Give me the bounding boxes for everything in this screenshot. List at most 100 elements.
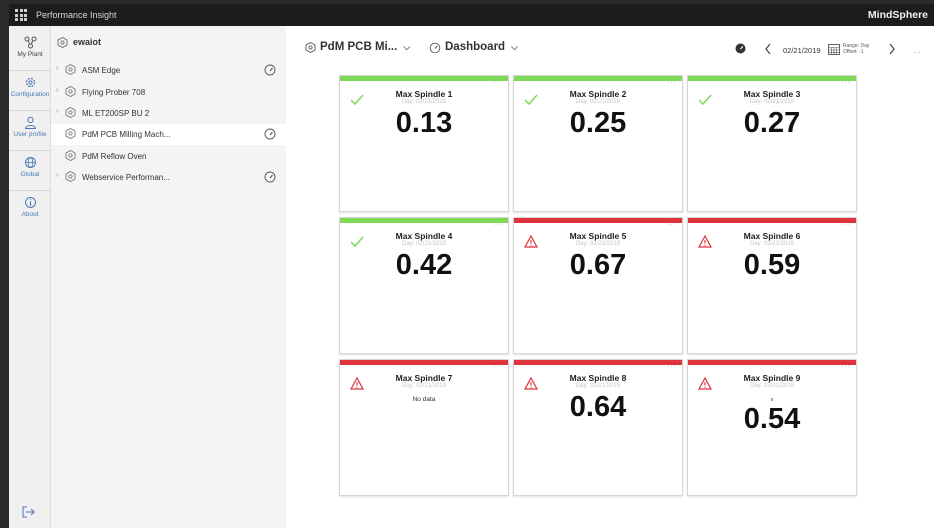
nav-divider	[9, 110, 51, 111]
tile-title: Max Spindle 4	[395, 231, 453, 241]
nav-divider	[9, 70, 51, 71]
brand-logo: MindSphere	[867, 9, 928, 21]
nav-label: Configuration	[10, 91, 50, 98]
nav-divider	[9, 190, 51, 191]
user-icon	[24, 116, 36, 129]
asset-icon	[65, 171, 76, 182]
tile-value: 0.54	[743, 403, 801, 435]
nav-rail: My Plant Configuration User profile Glob…	[9, 26, 51, 528]
gear-icon	[25, 77, 35, 88]
nav-user-profile[interactable]: User profile	[9, 112, 51, 148]
kpi-tile[interactable]: ··· Max Spindle 9 Day: 02/21/2019 x 0.54	[687, 359, 857, 496]
asset-icon	[65, 86, 76, 97]
tile-menu-icon[interactable]: ···	[493, 363, 503, 370]
tree-item-label: Flying Prober 708	[82, 88, 146, 97]
kpi-tile[interactable]: ··· Max Spindle 1 Day: 02/21/2019 0.13	[339, 75, 509, 212]
tile-title: Max Spindle 2	[569, 89, 627, 99]
nav-label: Global	[20, 171, 40, 178]
tree-item-label: ML ET200SP BU 2	[82, 109, 150, 118]
view-selector[interactable]: Dashboard ⌵	[429, 41, 518, 53]
app-launcher-icon[interactable]	[15, 9, 27, 21]
no-data-label: No data	[412, 396, 436, 403]
tree-item[interactable]: › ASM Edge	[51, 60, 286, 81]
asset-icon	[65, 107, 76, 118]
nav-configuration[interactable]: Configuration	[9, 72, 51, 108]
status-bar	[340, 76, 508, 81]
tree-item-selected[interactable]: PdM PCB Milling Mach...	[51, 124, 286, 145]
tree-item[interactable]: › Webservice Performan...	[51, 167, 286, 188]
chevron-down-icon: ⌵	[403, 41, 411, 52]
refresh-gauge-icon[interactable]	[735, 43, 746, 54]
tile-subtitle: Day: 02/21/2019	[575, 99, 621, 105]
tile-subtitle: Day: 02/21/2019	[749, 383, 795, 389]
status-bar	[688, 360, 856, 365]
tile-menu-icon[interactable]: ···	[493, 221, 503, 228]
asset-tree: ewaiot › ASM Edge › Flying Prober 708 ›	[51, 26, 286, 528]
nav-label: User profile	[13, 131, 47, 138]
tile-title: Max Spindle 8	[569, 373, 627, 383]
tree-item-label: PdM PCB Milling Mach...	[82, 130, 171, 139]
tile-menu-icon[interactable]: ···	[841, 79, 851, 86]
nav-global[interactable]: Global	[9, 152, 51, 188]
tree-item-label: Webservice Performan...	[82, 173, 170, 182]
tile-subtitle: Day: 02/21/2019	[749, 241, 795, 247]
tree-item-label: ASM Edge	[82, 66, 121, 75]
kpi-tile[interactable]: ··· Max Spindle 8 Day: 02/21/2019 0.64	[513, 359, 683, 496]
tile-value: 0.64	[569, 391, 627, 423]
asset-selector[interactable]: PdM PCB Mi... ⌵	[305, 41, 410, 53]
kpi-tile[interactable]: ··· Max Spindle 7 Day: 02/21/2019 No data	[339, 359, 509, 496]
tile-value: 0.59	[743, 249, 801, 281]
gauge-icon	[429, 42, 441, 53]
tile-subtitle: Day: 02/21/2019	[749, 99, 795, 105]
kpi-tile[interactable]: ··· Max Spindle 2 Day: 02/21/2019 0.25	[513, 75, 683, 212]
tile-value: 0.13	[395, 107, 453, 139]
nav-label: About	[21, 211, 39, 218]
tile-subtitle: Day: 02/21/2019	[401, 241, 447, 247]
tree-item[interactable]: › ML ET200SP BU 2	[51, 103, 286, 124]
kpi-tile[interactable]: ··· Max Spindle 3 Day: 02/21/2019 0.27	[687, 75, 857, 212]
status-bar	[340, 218, 508, 223]
chevron-down-icon: ⌵	[511, 41, 518, 52]
status-bar	[514, 218, 682, 223]
asset-icon	[65, 64, 76, 75]
asset-icon	[65, 128, 76, 139]
nav-my-plant[interactable]: My Plant	[9, 32, 51, 68]
top-bar: Performance Insight MindSphere	[9, 4, 934, 26]
tile-title: Max Spindle 6	[743, 231, 801, 241]
tile-menu-icon[interactable]: ···	[667, 221, 677, 228]
tile-menu-icon[interactable]: ···	[841, 221, 851, 228]
kpi-tile[interactable]: ··· Max Spindle 5 Day: 02/21/2019 0.67	[513, 217, 683, 354]
plant-icon	[24, 36, 36, 49]
globe-icon	[24, 157, 36, 168]
kpi-tile[interactable]: ··· Max Spindle 4 Day: 02/21/2019 0.42	[339, 217, 509, 354]
chevron-right-icon[interactable]	[888, 43, 896, 55]
tree-item[interactable]: PdM Reflow Oven	[51, 146, 286, 167]
calendar-icon[interactable]	[828, 43, 840, 55]
nav-about[interactable]: About	[9, 192, 51, 228]
chevron-right-icon[interactable]: ›	[56, 65, 58, 72]
offset-label: Offset: -1	[843, 49, 864, 55]
chevron-right-icon[interactable]: ›	[56, 172, 58, 179]
asset-icon	[305, 41, 316, 53]
chevron-right-icon[interactable]: ›	[56, 108, 58, 115]
tile-subtitle: Day: 02/21/2019	[401, 99, 447, 105]
tile-subtitle: Day: 02/21/2019	[401, 383, 447, 389]
more-options-icon[interactable]: …	[913, 46, 921, 55]
tile-menu-icon[interactable]: ···	[493, 79, 503, 86]
kpi-tile[interactable]: ··· Max Spindle 6 Day: 02/21/2019 0.59	[687, 217, 857, 354]
tile-subtitle: Day: 02/21/2019	[575, 241, 621, 247]
tile-value: 0.25	[569, 107, 627, 139]
tile-menu-icon[interactable]: ···	[841, 363, 851, 370]
tree-root[interactable]: ewaiot	[51, 32, 286, 54]
status-bar	[688, 76, 856, 81]
tile-menu-icon[interactable]: ···	[667, 363, 677, 370]
logout-icon[interactable]	[22, 506, 35, 518]
asset-icon	[57, 37, 68, 48]
status-bar	[340, 360, 508, 365]
date-display[interactable]: 02/21/2019	[783, 46, 821, 55]
tile-menu-icon[interactable]: ···	[667, 79, 677, 86]
gauge-icon	[264, 64, 276, 76]
tree-item[interactable]: › Flying Prober 708	[51, 82, 286, 103]
chevron-right-icon[interactable]: ›	[56, 87, 58, 94]
chevron-left-icon[interactable]	[764, 43, 772, 55]
